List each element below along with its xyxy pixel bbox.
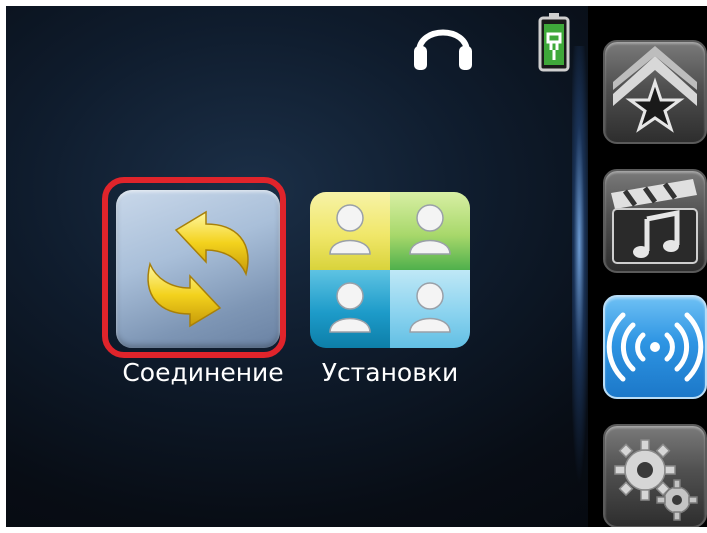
headphones-icon bbox=[410, 12, 476, 74]
settings-button[interactable] bbox=[603, 424, 707, 527]
users-grid-quadrant bbox=[310, 192, 390, 270]
user-icon bbox=[329, 204, 371, 256]
wireless-button[interactable] bbox=[603, 295, 707, 399]
wireless-signal-icon bbox=[606, 312, 704, 382]
connection-label: Соединение bbox=[122, 358, 284, 387]
user-icon bbox=[409, 282, 451, 334]
favorites-button[interactable] bbox=[603, 40, 707, 144]
battery-charging-icon bbox=[537, 12, 571, 72]
settings-label: Установки bbox=[321, 358, 459, 387]
user-icon bbox=[409, 204, 451, 256]
users-grid-quadrant bbox=[310, 270, 390, 348]
users-grid-quadrant bbox=[390, 270, 470, 348]
device-screen: Соединение Установки bbox=[6, 6, 707, 527]
favorites-star-icon bbox=[613, 46, 697, 133]
users-grid-quadrant bbox=[390, 192, 470, 270]
media-button[interactable] bbox=[603, 169, 707, 273]
settings-tile[interactable] bbox=[310, 192, 470, 348]
selection-highlight bbox=[102, 177, 286, 358]
gears-icon bbox=[614, 439, 698, 521]
media-music-icon bbox=[611, 179, 698, 264]
user-icon bbox=[329, 282, 371, 334]
